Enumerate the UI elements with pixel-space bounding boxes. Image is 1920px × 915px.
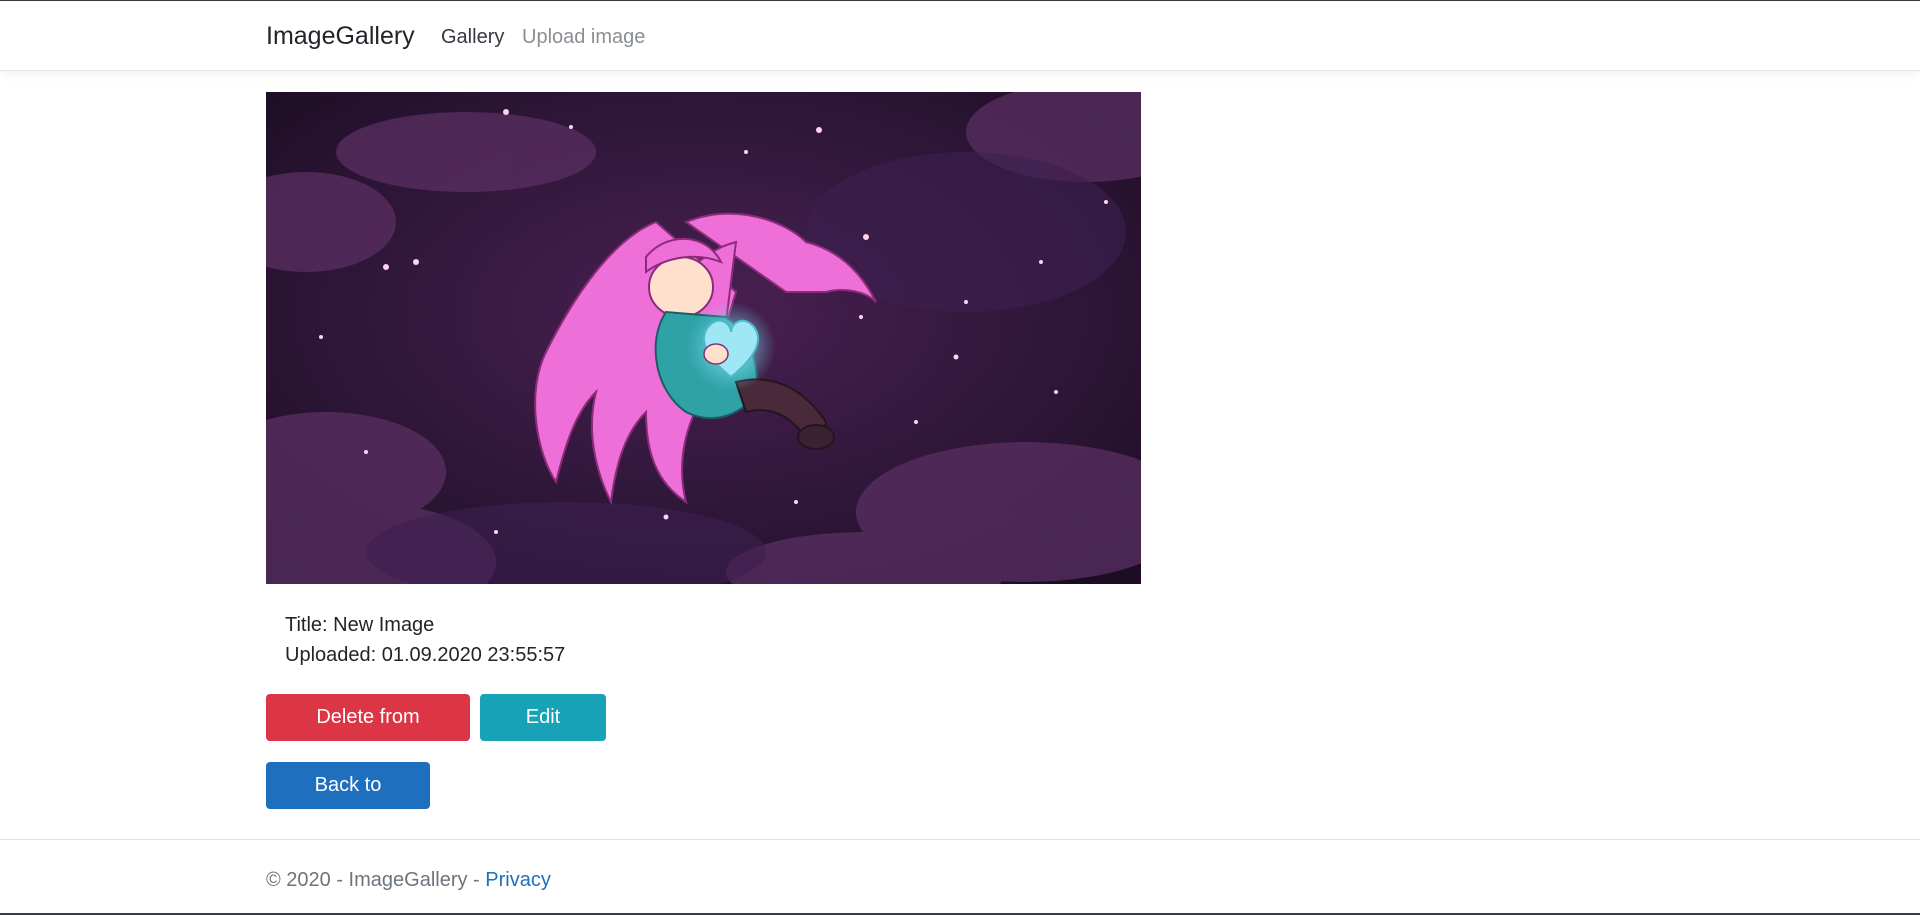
nav-link-gallery[interactable]: Gallery: [441, 25, 504, 49]
footer-copyright: © 2020 - ImageGallery -: [266, 869, 486, 891]
top-navbar: ImageGallery Gallery Upload image: [0, 1, 1920, 71]
gallery-image-artwork: [266, 92, 1141, 584]
gallery-image: [266, 92, 1141, 584]
nav-link-upload-image[interactable]: Upload image: [522, 25, 645, 49]
image-upload-date: Uploaded: 01.09.2020 23:55:57: [285, 644, 566, 666]
page-footer: © 2020 - ImageGallery - Privacy: [0, 839, 1920, 915]
back-to-gallery-button[interactable]: Back to Gallery: [266, 762, 430, 843]
edit-image-button[interactable]: Edit image: [480, 694, 606, 775]
privacy-link[interactable]: Privacy: [485, 869, 551, 891]
footer-text: © 2020 - ImageGallery - Privacy: [266, 868, 551, 892]
image-title: Title: New Image: [285, 614, 435, 636]
brand-link[interactable]: ImageGallery: [266, 21, 415, 51]
delete-from-gallery-button[interactable]: Delete from Gallery: [266, 694, 470, 775]
